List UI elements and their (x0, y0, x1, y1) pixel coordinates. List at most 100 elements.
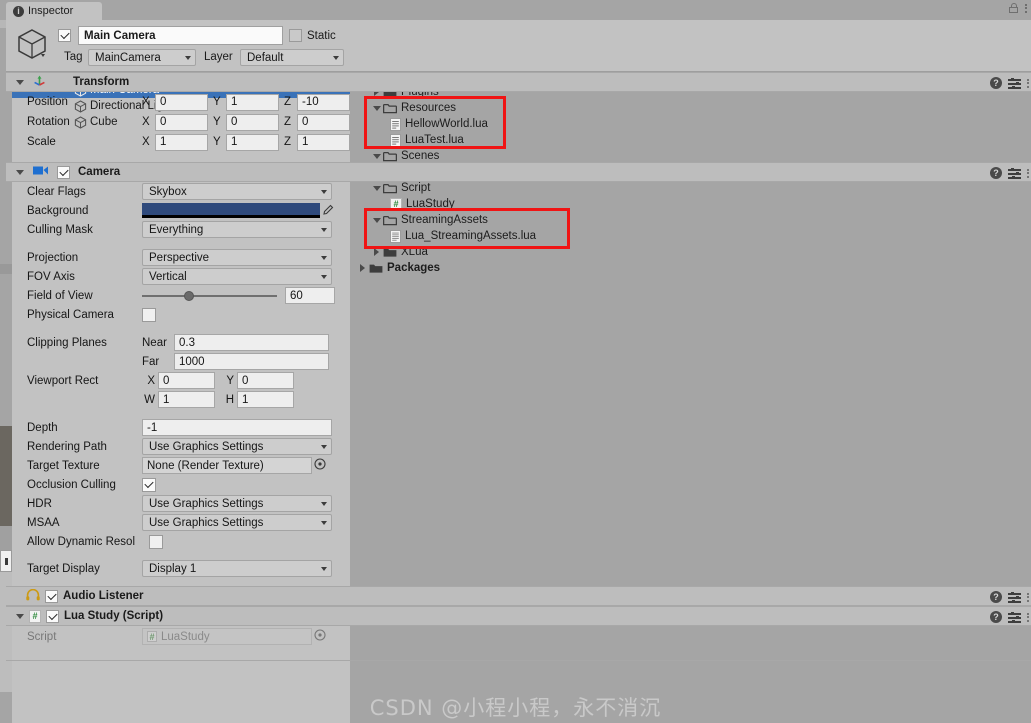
msaa-row: MSAA Use Graphics Settings (6, 513, 1031, 532)
scale-y-field[interactable]: 1 (226, 133, 279, 151)
projection-dropdown[interactable]: Perspective (142, 249, 332, 266)
far-label: Far (142, 355, 160, 368)
settings-icon[interactable] (1008, 77, 1021, 89)
foldout-icon[interactable] (16, 613, 24, 619)
rotation-z-field[interactable]: 0 (297, 113, 350, 131)
slider-handle[interactable] (184, 290, 194, 301)
physical-camera-label: Physical Camera (27, 308, 114, 321)
help-icon[interactable]: ? (990, 167, 1002, 179)
audio-listener-menu-icon[interactable] (1027, 592, 1029, 602)
clear-flags-dropdown[interactable]: Skybox (142, 183, 332, 200)
scale-x-field[interactable]: 1 (155, 133, 208, 151)
lua-study-tools: ? (990, 611, 1029, 623)
msaa-label: MSAA (27, 516, 60, 529)
help-icon[interactable]: ? (990, 77, 1002, 89)
object-picker-icon[interactable] (314, 458, 326, 473)
target-display-dropdown[interactable]: Display 1 (142, 560, 332, 577)
viewport-rect-label: Viewport Rect (27, 374, 99, 387)
fov-axis-row: FOV Axis Vertical (6, 267, 1031, 286)
background-label: Background (27, 204, 89, 217)
script-row: Script # LuaStudy (6, 626, 1031, 647)
static-checkbox[interactable] (289, 29, 302, 42)
transform-icon (33, 74, 46, 90)
viewport-w-field[interactable]: 1 (158, 391, 215, 408)
viewport-x-label: X (147, 374, 155, 387)
physical-camera-checkbox[interactable] (142, 307, 156, 322)
fov-axis-dropdown[interactable]: Vertical (142, 268, 332, 285)
near-value: 0.3 (179, 336, 195, 349)
field-of-view-slider[interactable] (142, 290, 277, 301)
lua-study-menu-icon[interactable] (1027, 612, 1029, 622)
scale-x-value: 1 (160, 136, 167, 148)
camera-component-header[interactable]: Camera ? (6, 162, 1031, 182)
settings-icon[interactable] (1008, 167, 1021, 179)
script-field[interactable]: # LuaStudy (142, 628, 312, 645)
msaa-dropdown[interactable]: Use Graphics Settings (142, 514, 332, 531)
viewport-y-field[interactable]: 0 (237, 372, 294, 389)
tag-dropdown[interactable]: MainCamera (88, 49, 196, 66)
viewport-x-field[interactable]: 0 (158, 372, 215, 389)
depth-field[interactable]: -1 (142, 419, 332, 436)
scale-y-value: 1 (231, 136, 238, 148)
script-value: LuaStudy (161, 630, 210, 643)
camera-menu-icon[interactable] (1027, 168, 1029, 178)
settings-icon[interactable] (1008, 591, 1021, 603)
position-y-field[interactable]: 1 (226, 93, 279, 111)
position-z-value: -10 (302, 96, 319, 108)
far-field[interactable]: 1000 (174, 353, 329, 370)
foldout-icon[interactable] (16, 79, 24, 85)
object-picker-icon[interactable] (314, 629, 326, 644)
target-texture-label: Target Texture (27, 459, 100, 472)
transform-menu-icon[interactable] (1027, 78, 1029, 88)
rotation-y-field[interactable]: 0 (226, 113, 279, 131)
chevron-down-icon (321, 520, 327, 525)
help-icon[interactable]: ? (990, 591, 1002, 603)
lua-study-enabled-checkbox[interactable] (46, 609, 59, 623)
near-field[interactable]: 0.3 (174, 334, 329, 351)
allow-dynamic-checkbox[interactable] (149, 534, 163, 549)
rendering-path-value: Use Graphics Settings (149, 440, 264, 453)
object-enabled-checkbox[interactable] (58, 29, 71, 42)
camera-icon (33, 165, 49, 179)
scale-label: Scale (27, 136, 56, 148)
viewport-rect-xy-row: Viewport Rect X 0 Y 0 (6, 371, 1031, 390)
layer-label: Layer (204, 51, 233, 63)
eyedropper-icon[interactable] (323, 204, 334, 218)
audio-listener-enabled-checkbox[interactable] (45, 589, 58, 603)
depth-value: -1 (147, 421, 158, 434)
rotation-z-value: 0 (302, 116, 309, 128)
culling-mask-row: Culling Mask Everything (6, 220, 1031, 239)
rendering-path-row: Rendering Path Use Graphics Settings (6, 437, 1031, 456)
occlusion-culling-checkbox[interactable] (142, 477, 156, 492)
tab-inspector[interactable]: i Inspector (6, 2, 102, 20)
target-display-label: Target Display (27, 562, 100, 575)
viewport-y-value: 0 (242, 374, 249, 387)
audio-listener-component-header[interactable]: Audio Listener ? (6, 586, 1031, 606)
inspector-menu-icon[interactable] (1025, 3, 1027, 13)
camera-enabled-checkbox[interactable] (57, 165, 70, 179)
foldout-icon[interactable] (16, 169, 24, 175)
field-of-view-row: Field of View 60 (6, 286, 1031, 305)
settings-icon[interactable] (1008, 611, 1021, 623)
inspector-tab-tools (1009, 3, 1027, 13)
rotation-x-field[interactable]: 0 (155, 113, 208, 131)
viewport-h-field[interactable]: 1 (237, 391, 294, 408)
layer-dropdown[interactable]: Default (240, 49, 344, 66)
lock-icon[interactable] (1009, 3, 1018, 13)
hdr-dropdown[interactable]: Use Graphics Settings (142, 495, 332, 512)
scale-z-field[interactable]: 1 (297, 133, 350, 151)
axis-x-label: X (142, 116, 150, 128)
field-of-view-field[interactable]: 60 (285, 287, 335, 304)
object-name-field[interactable]: Main Camera (78, 26, 283, 45)
position-z-field[interactable]: -10 (297, 93, 350, 111)
position-x-field[interactable]: 0 (155, 93, 208, 111)
transform-component-header[interactable]: Transform ? (6, 72, 1031, 92)
chevron-down-icon (321, 501, 327, 506)
culling-mask-dropdown[interactable]: Everything (142, 221, 332, 238)
background-color-swatch[interactable] (142, 203, 320, 218)
help-icon[interactable]: ? (990, 611, 1002, 623)
fov-axis-value: Vertical (149, 270, 187, 283)
target-texture-field[interactable]: None (Render Texture) (142, 457, 312, 474)
lua-study-component-header[interactable]: # Lua Study (Script) ? (6, 606, 1031, 626)
rendering-path-dropdown[interactable]: Use Graphics Settings (142, 438, 332, 455)
